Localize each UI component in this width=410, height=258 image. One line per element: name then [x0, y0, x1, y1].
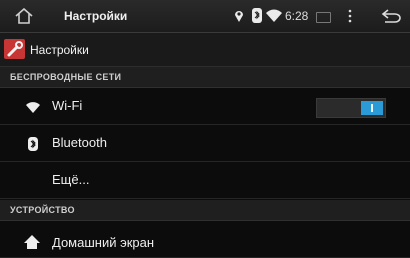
settings-item-wifi[interactable]: Wi-Fi	[0, 88, 410, 125]
statusbar-app-name: Настройки	[64, 9, 128, 23]
wifi-toggle[interactable]	[316, 98, 386, 118]
more-label: Ещё...	[52, 172, 90, 187]
wifi-label: Wi-Fi	[52, 98, 83, 113]
action-bar: Настройки	[0, 33, 410, 67]
page-title: Настройки	[30, 43, 89, 57]
section-device-label: УСТРОЙСТВО	[10, 205, 75, 215]
wrench-icon	[7, 41, 23, 57]
home-screen-label: Домашний экран	[52, 235, 155, 250]
section-wireless-label: БЕСПРОВОДНЫЕ СЕТИ	[10, 72, 122, 82]
settings-app-icon[interactable]	[4, 39, 25, 59]
home-icon[interactable]	[14, 8, 34, 24]
overflow-menu-icon[interactable]	[347, 9, 353, 23]
wifi-icon	[266, 9, 282, 22]
bluetooth-icon	[28, 137, 38, 151]
location-icon	[235, 11, 243, 22]
home-icon	[24, 235, 40, 249]
settings-item-home-screen[interactable]: Домашний экран	[0, 221, 410, 258]
settings-item-more[interactable]: Ещё...	[0, 162, 410, 199]
toggle-thumb	[361, 101, 383, 115]
section-header-wireless: БЕСПРОВОДНЫЕ СЕТИ	[0, 67, 410, 88]
status-bar: Настройки 6:28	[0, 0, 410, 33]
keyboard-icon	[316, 12, 331, 23]
bluetooth-label: Bluetooth	[52, 135, 107, 150]
clock: 6:28	[285, 9, 309, 23]
settings-item-bluetooth[interactable]: Bluetooth	[0, 125, 410, 162]
back-icon[interactable]	[380, 8, 402, 24]
bluetooth-icon	[252, 8, 262, 23]
section-header-device: УСТРОЙСТВО	[0, 200, 410, 221]
wifi-icon	[26, 102, 40, 113]
